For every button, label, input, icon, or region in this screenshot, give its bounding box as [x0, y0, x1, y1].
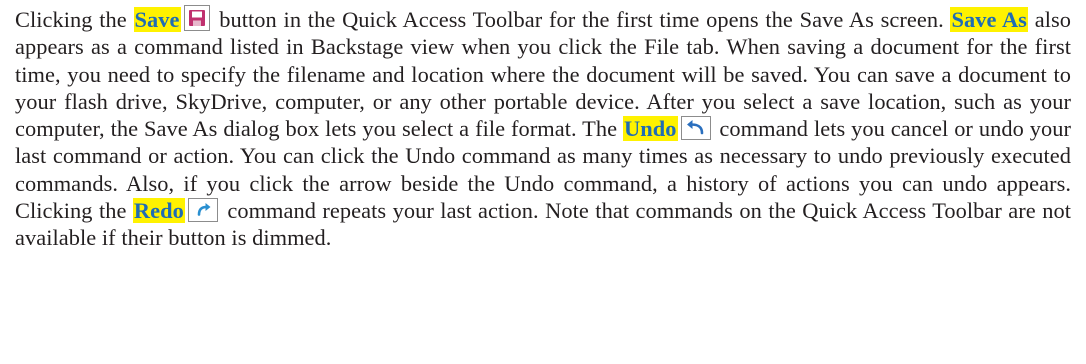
redo-icon	[187, 198, 218, 223]
body-paragraph: Clicking the Save button in the Quick Ac…	[15, 5, 1071, 252]
keyword-redo: Redo	[132, 198, 185, 224]
document-page: Clicking the Save button in the Quick Ac…	[0, 0, 1086, 364]
text-segment-1: Clicking the	[15, 7, 134, 32]
keyword-save: Save	[133, 7, 181, 32]
save-icon	[183, 5, 210, 31]
keyword-undo: Undo	[623, 116, 678, 142]
undo-icon	[680, 116, 711, 141]
keyword-save-as: Save As	[950, 7, 1028, 32]
text-segment-2: button in the Quick Access Toolbar for t…	[212, 7, 951, 32]
